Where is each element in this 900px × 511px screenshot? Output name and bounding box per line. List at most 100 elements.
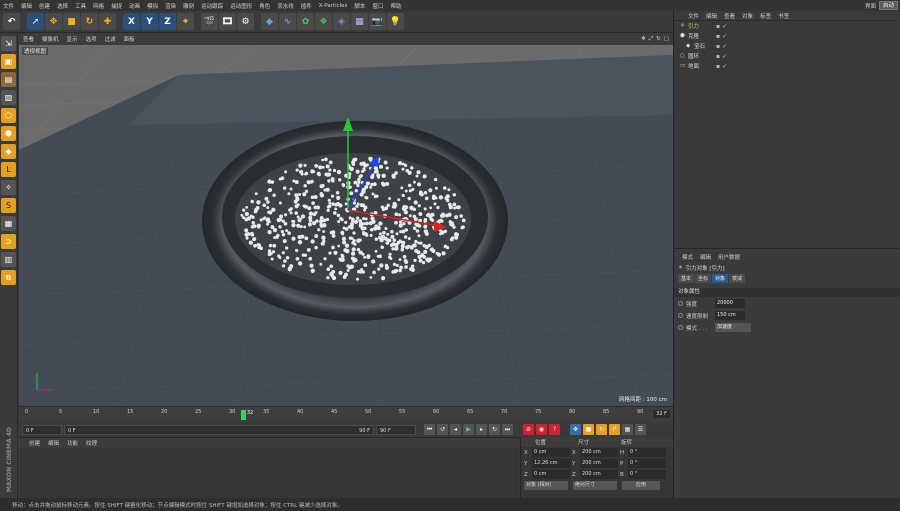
position-field[interactable]: 0 cm <box>532 470 570 479</box>
timeline-cursor[interactable] <box>240 410 246 420</box>
make-editable-icon[interactable]: ⇲ <box>1 36 16 51</box>
render-view-icon[interactable]: 🎬 <box>201 13 218 30</box>
menu-item[interactable]: 渲染 <box>165 2 176 10</box>
apply-button[interactable]: 应用 <box>622 481 660 490</box>
cube-icon[interactable]: ◆ <box>261 13 278 30</box>
lock-workplane-icon[interactable]: ▦ <box>1 216 16 231</box>
object-row[interactable]: ⬢ 克隆 ▪ ✓ <box>674 31 900 41</box>
animate-dot-icon[interactable] <box>678 313 683 318</box>
tweak-icon[interactable]: ✧ <box>1 180 16 195</box>
viewport-menu-item[interactable]: 面板 <box>124 35 135 43</box>
y-axis-icon[interactable]: Y <box>141 13 158 30</box>
end-frame-field[interactable]: 90 F <box>376 424 416 435</box>
rotate-tool-icon[interactable]: ↻ <box>81 13 98 30</box>
object-name[interactable]: 克隆 <box>688 32 699 40</box>
size-field[interactable]: 200 cm <box>580 470 618 479</box>
start-frame-field[interactable]: 0 F <box>22 424 62 435</box>
attribute-menu-item[interactable]: 用户数据 <box>718 253 740 261</box>
timeline-menu-icon[interactable]: ☰ <box>635 424 646 435</box>
enable-axis-icon[interactable]: L <box>1 162 16 177</box>
attribute-menu-item[interactable]: 模式 <box>682 253 693 261</box>
animate-dot-icon[interactable] <box>678 301 683 306</box>
goto-end-icon[interactable]: ⏭ <box>502 424 513 435</box>
visibility-check-icon[interactable]: ▪ ✓ <box>716 43 727 50</box>
timeline[interactable]: 0 5 10 15 20 25 30 35 40 45 50 55 60 65 70 75 80 85 90 32 … <box>19 406 673 422</box>
menu-item[interactable]: 流水线 <box>277 2 294 10</box>
menu-item[interactable]: 脚本 <box>354 2 365 10</box>
undo-icon[interactable]: ↶ <box>3 13 20 30</box>
menu-item[interactable]: 网格 <box>93 2 104 10</box>
x-axis-icon[interactable]: X <box>123 13 140 30</box>
object-manager-tab[interactable]: 编辑 <box>706 12 717 20</box>
attribute-subtab[interactable]: 基本 <box>678 274 695 283</box>
render-settings-icon[interactable]: ⚙ <box>237 13 254 30</box>
attribute-menu-item[interactable]: 编辑 <box>700 253 711 261</box>
key-rotation-icon[interactable]: ↻ <box>596 424 607 435</box>
material-tab[interactable]: 功能 <box>67 439 78 447</box>
move-view-icon[interactable]: ✥ <box>641 36 646 42</box>
menu-item[interactable]: 创建 <box>39 2 50 10</box>
menu-item[interactable]: 运动图形 <box>230 2 252 10</box>
animate-dot-icon[interactable] <box>678 325 683 330</box>
viewport-menu-item[interactable]: 选项 <box>86 35 97 43</box>
key-scale-icon[interactable]: ■ <box>583 424 594 435</box>
visibility-check-icon[interactable]: ▪ ✓ <box>716 23 727 30</box>
coordinate-mode-dropdown[interactable]: 对象 (相对) <box>524 481 568 490</box>
step-forward-icon[interactable]: ▸ <box>476 424 487 435</box>
visibility-check-icon[interactable]: ▪ ✓ <box>716 33 727 40</box>
material-tab[interactable]: 纹理 <box>86 439 97 447</box>
deformer-icon[interactable]: ◈ <box>333 13 350 30</box>
object-manager-tab[interactable]: 对象 <box>742 12 753 20</box>
next-key-icon[interactable]: ↻ <box>489 424 500 435</box>
add-tool-icon[interactable]: ✚ <box>99 13 116 30</box>
model-mode-icon[interactable]: ▣ <box>1 54 16 69</box>
nurbs-icon[interactable]: ✿ <box>297 13 314 30</box>
menu-item[interactable]: 帮助 <box>390 2 401 10</box>
material-tab[interactable]: 创建 <box>29 439 40 447</box>
viewport-3d[interactable]: 透视视图 网格间距 : 100 cm <box>19 45 673 406</box>
menu-item[interactable]: 工具 <box>75 2 86 10</box>
object-row[interactable]: ▭ 地面 ▪ ✓ <box>674 61 900 71</box>
toggle-view-icon[interactable]: ▢ <box>664 36 669 42</box>
menu-item[interactable]: 选择 <box>57 2 68 10</box>
rotation-field[interactable]: 0 ° <box>628 459 666 468</box>
prev-key-icon[interactable]: ↺ <box>437 424 448 435</box>
viewport-menu-item[interactable]: 过滤 <box>105 35 116 43</box>
keyframe-selection-icon[interactable]: ? <box>549 424 560 435</box>
menu-item[interactable]: 角色 <box>259 2 270 10</box>
snap-icon[interactable]: S <box>1 198 16 213</box>
zoom-view-icon[interactable]: ⤢ <box>649 36 653 43</box>
object-name[interactable]: 宝石 <box>694 42 705 50</box>
object-row[interactable]: ○ 圆环 ▪ ✓ <box>674 51 900 61</box>
attribute-subtab[interactable]: 衰减 <box>729 274 746 283</box>
frame-range-slider[interactable]: 0 F 90 F <box>64 424 374 435</box>
workplane-icon[interactable]: ▨ <box>1 90 16 105</box>
object-name[interactable]: 圆环 <box>688 52 699 60</box>
object-name[interactable]: 引力 <box>688 22 699 30</box>
select-tool-icon[interactable]: ➚ <box>27 13 44 30</box>
key-pla-icon[interactable]: ▦ <box>622 424 633 435</box>
attribute-dropdown[interactable]: 加速度 <box>715 323 751 332</box>
viewport-menu-item[interactable]: 显示 <box>67 35 78 43</box>
attribute-input[interactable]: 150 cm <box>715 311 745 320</box>
points-mode-icon[interactable]: ⬡ <box>1 108 16 123</box>
spline-icon[interactable]: ∿ <box>279 13 296 30</box>
attribute-input[interactable]: 20000 <box>715 299 745 308</box>
menu-item[interactable]: 文件 <box>3 2 14 10</box>
menu-item[interactable]: 插件 <box>301 2 312 10</box>
size-field[interactable]: 200 cm <box>580 459 618 468</box>
position-field[interactable]: 12.26 cm <box>532 459 570 468</box>
mograph-icon[interactable]: ❖ <box>315 13 332 30</box>
grid-icon[interactable]: ▥ <box>1 252 16 267</box>
material-tab[interactable]: 编辑 <box>48 439 59 447</box>
autokey-icon[interactable]: ◉ <box>536 424 547 435</box>
camera-icon[interactable]: 📷 <box>369 13 386 30</box>
menu-item[interactable]: 窗口 <box>372 2 383 10</box>
visibility-check-icon[interactable]: ▪ ✓ <box>716 53 727 60</box>
timeline-end-field[interactable]: 32 F <box>653 410 670 418</box>
move-tool-icon[interactable]: ✥ <box>45 13 62 30</box>
rotation-field[interactable]: 0 ° <box>628 448 666 457</box>
menu-item[interactable]: 雕刻 <box>183 2 194 10</box>
step-back-icon[interactable]: ◂ <box>450 424 461 435</box>
scale-tool-icon[interactable]: ■ <box>63 13 80 30</box>
